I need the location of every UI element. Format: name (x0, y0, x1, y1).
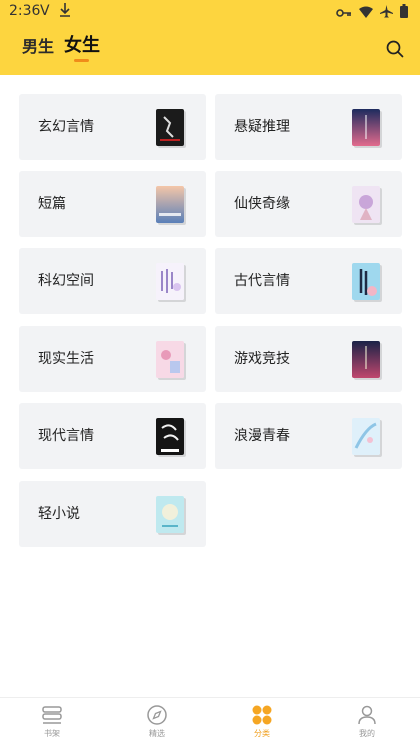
nav-bookshelf[interactable]: 书架 (22, 704, 82, 739)
nav-category[interactable]: 分类 (232, 704, 292, 739)
category-card-xianxia[interactable]: 仙侠奇缘 (215, 171, 402, 237)
download-icon (60, 3, 70, 17)
tab-selected-indicator (74, 59, 89, 62)
category-card-gudai[interactable]: 古代言情 (215, 248, 402, 314)
book-cover-icon (352, 109, 380, 146)
wifi-icon (359, 3, 373, 22)
category-icon (252, 705, 272, 725)
book-cover-icon (156, 109, 184, 146)
profile-icon (358, 705, 376, 725)
status-icons (336, 3, 408, 22)
category-label: 现代言情 (38, 428, 94, 444)
bottom-nav: 书架 精选 分类 我的 (0, 697, 420, 747)
book-cover-icon (156, 263, 184, 300)
book-cover-icon (156, 341, 184, 378)
category-label: 悬疑推理 (234, 119, 290, 135)
nav-label: 书架 (44, 729, 60, 738)
category-card-duanpian[interactable]: 短篇 (19, 171, 206, 237)
category-card-xianshi[interactable]: 现实生活 (19, 326, 206, 392)
category-label: 仙侠奇缘 (234, 196, 290, 212)
category-label: 科幻空间 (38, 273, 94, 289)
category-card-xiandai[interactable]: 现代言情 (19, 403, 206, 469)
category-card-kehuan[interactable]: 科幻空间 (19, 248, 206, 314)
tab-female[interactable]: 女生 (64, 31, 100, 57)
category-label: 古代言情 (234, 273, 290, 289)
carrier-letter: V (40, 3, 50, 19)
status-bar: 2:36 V (0, 0, 420, 24)
airplane-icon (380, 3, 393, 22)
book-cover-icon (156, 496, 184, 533)
key-icon (336, 3, 352, 22)
category-label: 短篇 (38, 196, 66, 212)
book-cover-icon (352, 418, 380, 455)
search-icon[interactable] (386, 40, 404, 58)
category-card-qingxiaoshuo[interactable]: 轻小说 (19, 481, 206, 547)
nav-featured[interactable]: 精选 (127, 704, 187, 739)
category-card-xuanyi[interactable]: 悬疑推理 (215, 94, 402, 160)
battery-icon (400, 3, 408, 22)
tab-male[interactable]: 男生 (22, 33, 54, 57)
book-cover-icon (352, 341, 380, 378)
book-cover-icon (352, 263, 380, 300)
nav-label: 我的 (359, 729, 375, 738)
nav-label: 分类 (254, 729, 270, 738)
category-card-xuanhuan[interactable]: 玄幻言情 (19, 94, 206, 160)
nav-label: 精选 (149, 729, 165, 738)
book-cover-icon (156, 418, 184, 455)
category-label: 现实生活 (38, 351, 94, 367)
category-label: 轻小说 (38, 506, 80, 522)
nav-profile[interactable]: 我的 (337, 704, 397, 739)
top-header: 2:36 V 男生 女生 (0, 0, 420, 75)
category-card-youxi[interactable]: 游戏竞技 (215, 326, 402, 392)
category-label: 浪漫青春 (234, 428, 290, 444)
status-time: 2:36 (9, 3, 41, 19)
compass-icon (147, 705, 167, 725)
book-cover-icon (156, 186, 184, 223)
bookshelf-icon (42, 706, 62, 724)
category-card-langman[interactable]: 浪漫青春 (215, 403, 402, 469)
category-label: 玄幻言情 (38, 119, 94, 135)
book-cover-icon (352, 186, 380, 223)
category-label: 游戏竞技 (234, 351, 290, 367)
